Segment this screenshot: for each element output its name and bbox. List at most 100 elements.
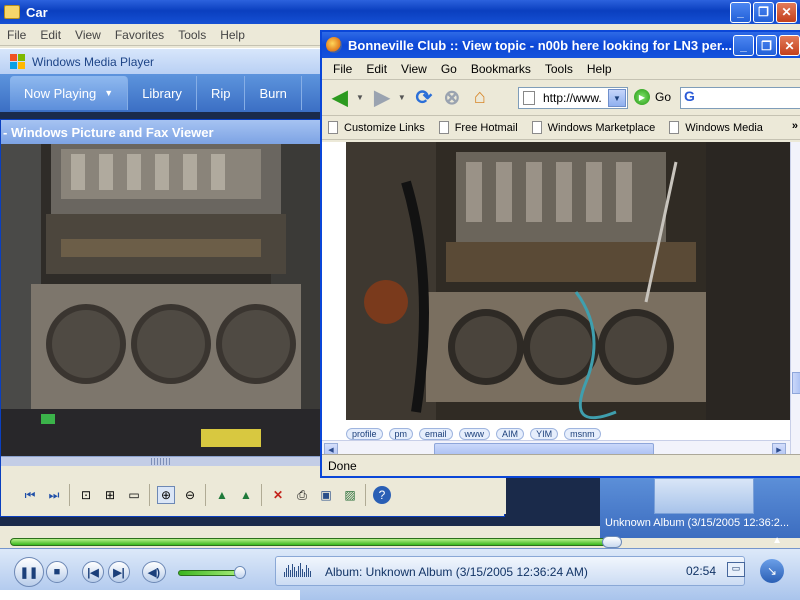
zoom-in-icon[interactable]: ⊕ — [157, 486, 175, 504]
engine-photo — [346, 142, 790, 420]
engine-photo — [1, 144, 321, 456]
seek-thumb[interactable] — [602, 536, 622, 548]
album-art[interactable] — [654, 478, 754, 514]
toolbar-divider — [69, 484, 70, 506]
bookmark-label: Free Hotmail — [454, 121, 518, 134]
album-label[interactable]: Unknown Album (3/15/2005 12:36:2... — [605, 517, 795, 529]
mini-player-icon[interactable]: ▭ — [727, 562, 745, 577]
next-image-icon[interactable]: ⏭ — [45, 486, 63, 504]
switch-to-skin-icon[interactable]: ↘ — [760, 559, 784, 583]
menu-tools[interactable]: Tools — [538, 62, 580, 76]
menu-file[interactable]: File — [326, 62, 359, 76]
delete-icon[interactable]: ✕ — [269, 486, 287, 504]
vertical-scroll-thumb[interactable] — [792, 372, 800, 394]
tab-now-playing[interactable]: Now Playing ▼ — [10, 76, 129, 110]
page-icon — [523, 91, 535, 105]
bookmarks-overflow-button[interactable]: » — [792, 120, 798, 132]
page-icon — [438, 121, 449, 134]
pause-button[interactable]: ❚❚ — [14, 557, 44, 587]
slideshow-icon[interactable]: ▭ — [125, 486, 143, 504]
minimize-button[interactable]: _ — [730, 1, 751, 23]
pm-button[interactable]: pm — [388, 428, 414, 440]
forward-arrow-icon[interactable]: ▶ — [370, 87, 394, 109]
actual-size-icon[interactable]: ⊞ — [101, 486, 119, 504]
tab-library[interactable]: Library — [128, 76, 197, 110]
menu-edit[interactable]: Edit — [33, 28, 68, 42]
edit-image-icon[interactable]: ▨ — [341, 486, 359, 504]
chevron-down-icon[interactable]: ▼ — [104, 88, 113, 98]
menu-file[interactable]: File — [0, 28, 33, 42]
menu-go[interactable]: Go — [434, 62, 464, 76]
folder-icon — [4, 5, 20, 19]
chevron-down-icon[interactable]: ▼ — [356, 93, 364, 102]
close-button[interactable]: ✕ — [779, 35, 800, 56]
menu-view[interactable]: View — [68, 28, 108, 42]
yim-button[interactable]: YIM — [530, 428, 559, 440]
stop-icon[interactable]: ⊗ — [440, 87, 464, 109]
tab-rip[interactable]: Rip — [197, 76, 246, 110]
reload-icon[interactable]: ⟳ — [412, 87, 436, 109]
chevron-down-icon[interactable]: ▲ — [772, 535, 782, 546]
save-icon[interactable]: ▣ — [317, 486, 335, 504]
menu-tools[interactable]: Tools — [171, 28, 213, 42]
search-input[interactable]: G — [680, 87, 800, 109]
mute-button[interactable]: ◀) — [142, 561, 166, 583]
pfv-toolbar: ⏮ ⏭ ⊡ ⊞ ▭ ⊕ ⊖ ▲ ▲ ✕ ⎙ ▣ ▨ ? — [1, 478, 506, 514]
toolbar-divider — [149, 484, 150, 506]
volume-thumb[interactable] — [234, 566, 246, 579]
previous-image-icon[interactable]: ⏮ — [21, 486, 39, 504]
home-icon[interactable]: ⌂ — [468, 86, 492, 109]
vertical-scrollbar[interactable] — [790, 142, 800, 462]
go-button[interactable]: ▶ Go — [634, 89, 671, 105]
toolbar-divider — [365, 484, 366, 506]
profile-button[interactable]: profile — [346, 428, 383, 440]
stop-button[interactable]: ■ — [46, 561, 68, 583]
msnm-button[interactable]: msnm — [564, 428, 601, 440]
scroll-grip[interactable] — [151, 458, 171, 465]
www-button[interactable]: www — [458, 428, 491, 440]
windows-logo-icon — [10, 53, 26, 70]
aim-button[interactable]: AIM — [496, 428, 525, 440]
back-arrow-icon[interactable]: ◀ — [328, 87, 352, 109]
status-bar: Done — [322, 454, 800, 476]
menu-bookmarks[interactable]: Bookmarks — [464, 62, 538, 76]
volume-slider[interactable] — [178, 570, 240, 576]
best-fit-icon[interactable]: ⊡ — [77, 486, 95, 504]
bookmark-windows-media[interactable]: Windows Media — [669, 121, 763, 134]
bookmark-free-hotmail[interactable]: Free Hotmail — [438, 121, 518, 134]
maximize-button[interactable]: ❐ — [753, 1, 774, 23]
minimize-button[interactable]: _ — [733, 35, 754, 56]
pfv-scrollbar[interactable] — [1, 456, 321, 466]
explorer-title-bar[interactable]: Car _ ❐ ✕ — [0, 0, 800, 24]
menu-edit[interactable]: Edit — [359, 62, 394, 76]
seek-bar[interactable] — [10, 538, 610, 546]
tab-now-playing-label: Now Playing — [24, 85, 97, 101]
zoom-out-icon[interactable]: ⊖ — [181, 486, 199, 504]
bookmark-label: Windows Media — [685, 121, 763, 134]
bookmark-customize-links[interactable]: Customize Links — [328, 121, 425, 134]
bookmark-windows-marketplace[interactable]: Windows Marketplace — [531, 121, 655, 134]
page-icon — [669, 121, 680, 134]
previous-button[interactable]: |◀ — [82, 561, 104, 583]
search-engine-icon[interactable]: G — [684, 88, 695, 104]
chevron-down-icon[interactable]: ▼ — [398, 93, 406, 102]
email-button[interactable]: email — [419, 428, 453, 440]
menu-favorites[interactable]: Favorites — [108, 28, 171, 42]
page-icon — [531, 121, 542, 134]
next-button[interactable]: ▶| — [108, 561, 130, 583]
menu-view[interactable]: View — [394, 62, 434, 76]
rotate-counterclockwise-icon[interactable]: ▲ — [237, 486, 255, 504]
tab-burn[interactable]: Burn — [245, 76, 302, 110]
close-button[interactable]: ✕ — [776, 1, 797, 23]
print-icon[interactable]: ⎙ — [293, 486, 311, 504]
rotate-clockwise-icon[interactable]: ▲ — [213, 486, 231, 504]
menu-help[interactable]: Help — [213, 28, 252, 42]
now-playing-status: Album: Unknown Album (3/15/2005 12:36:24… — [325, 565, 588, 579]
equalizer-icon — [284, 563, 312, 577]
menu-help[interactable]: Help — [580, 62, 619, 76]
chevron-down-icon[interactable]: ▼ — [608, 89, 626, 107]
maximize-button[interactable]: ❐ — [756, 35, 777, 56]
status-text: Done — [328, 458, 357, 473]
help-icon[interactable]: ? — [373, 486, 391, 504]
firefox-title-bar[interactable]: Bonneville Club :: View topic - n00b her… — [322, 32, 800, 58]
